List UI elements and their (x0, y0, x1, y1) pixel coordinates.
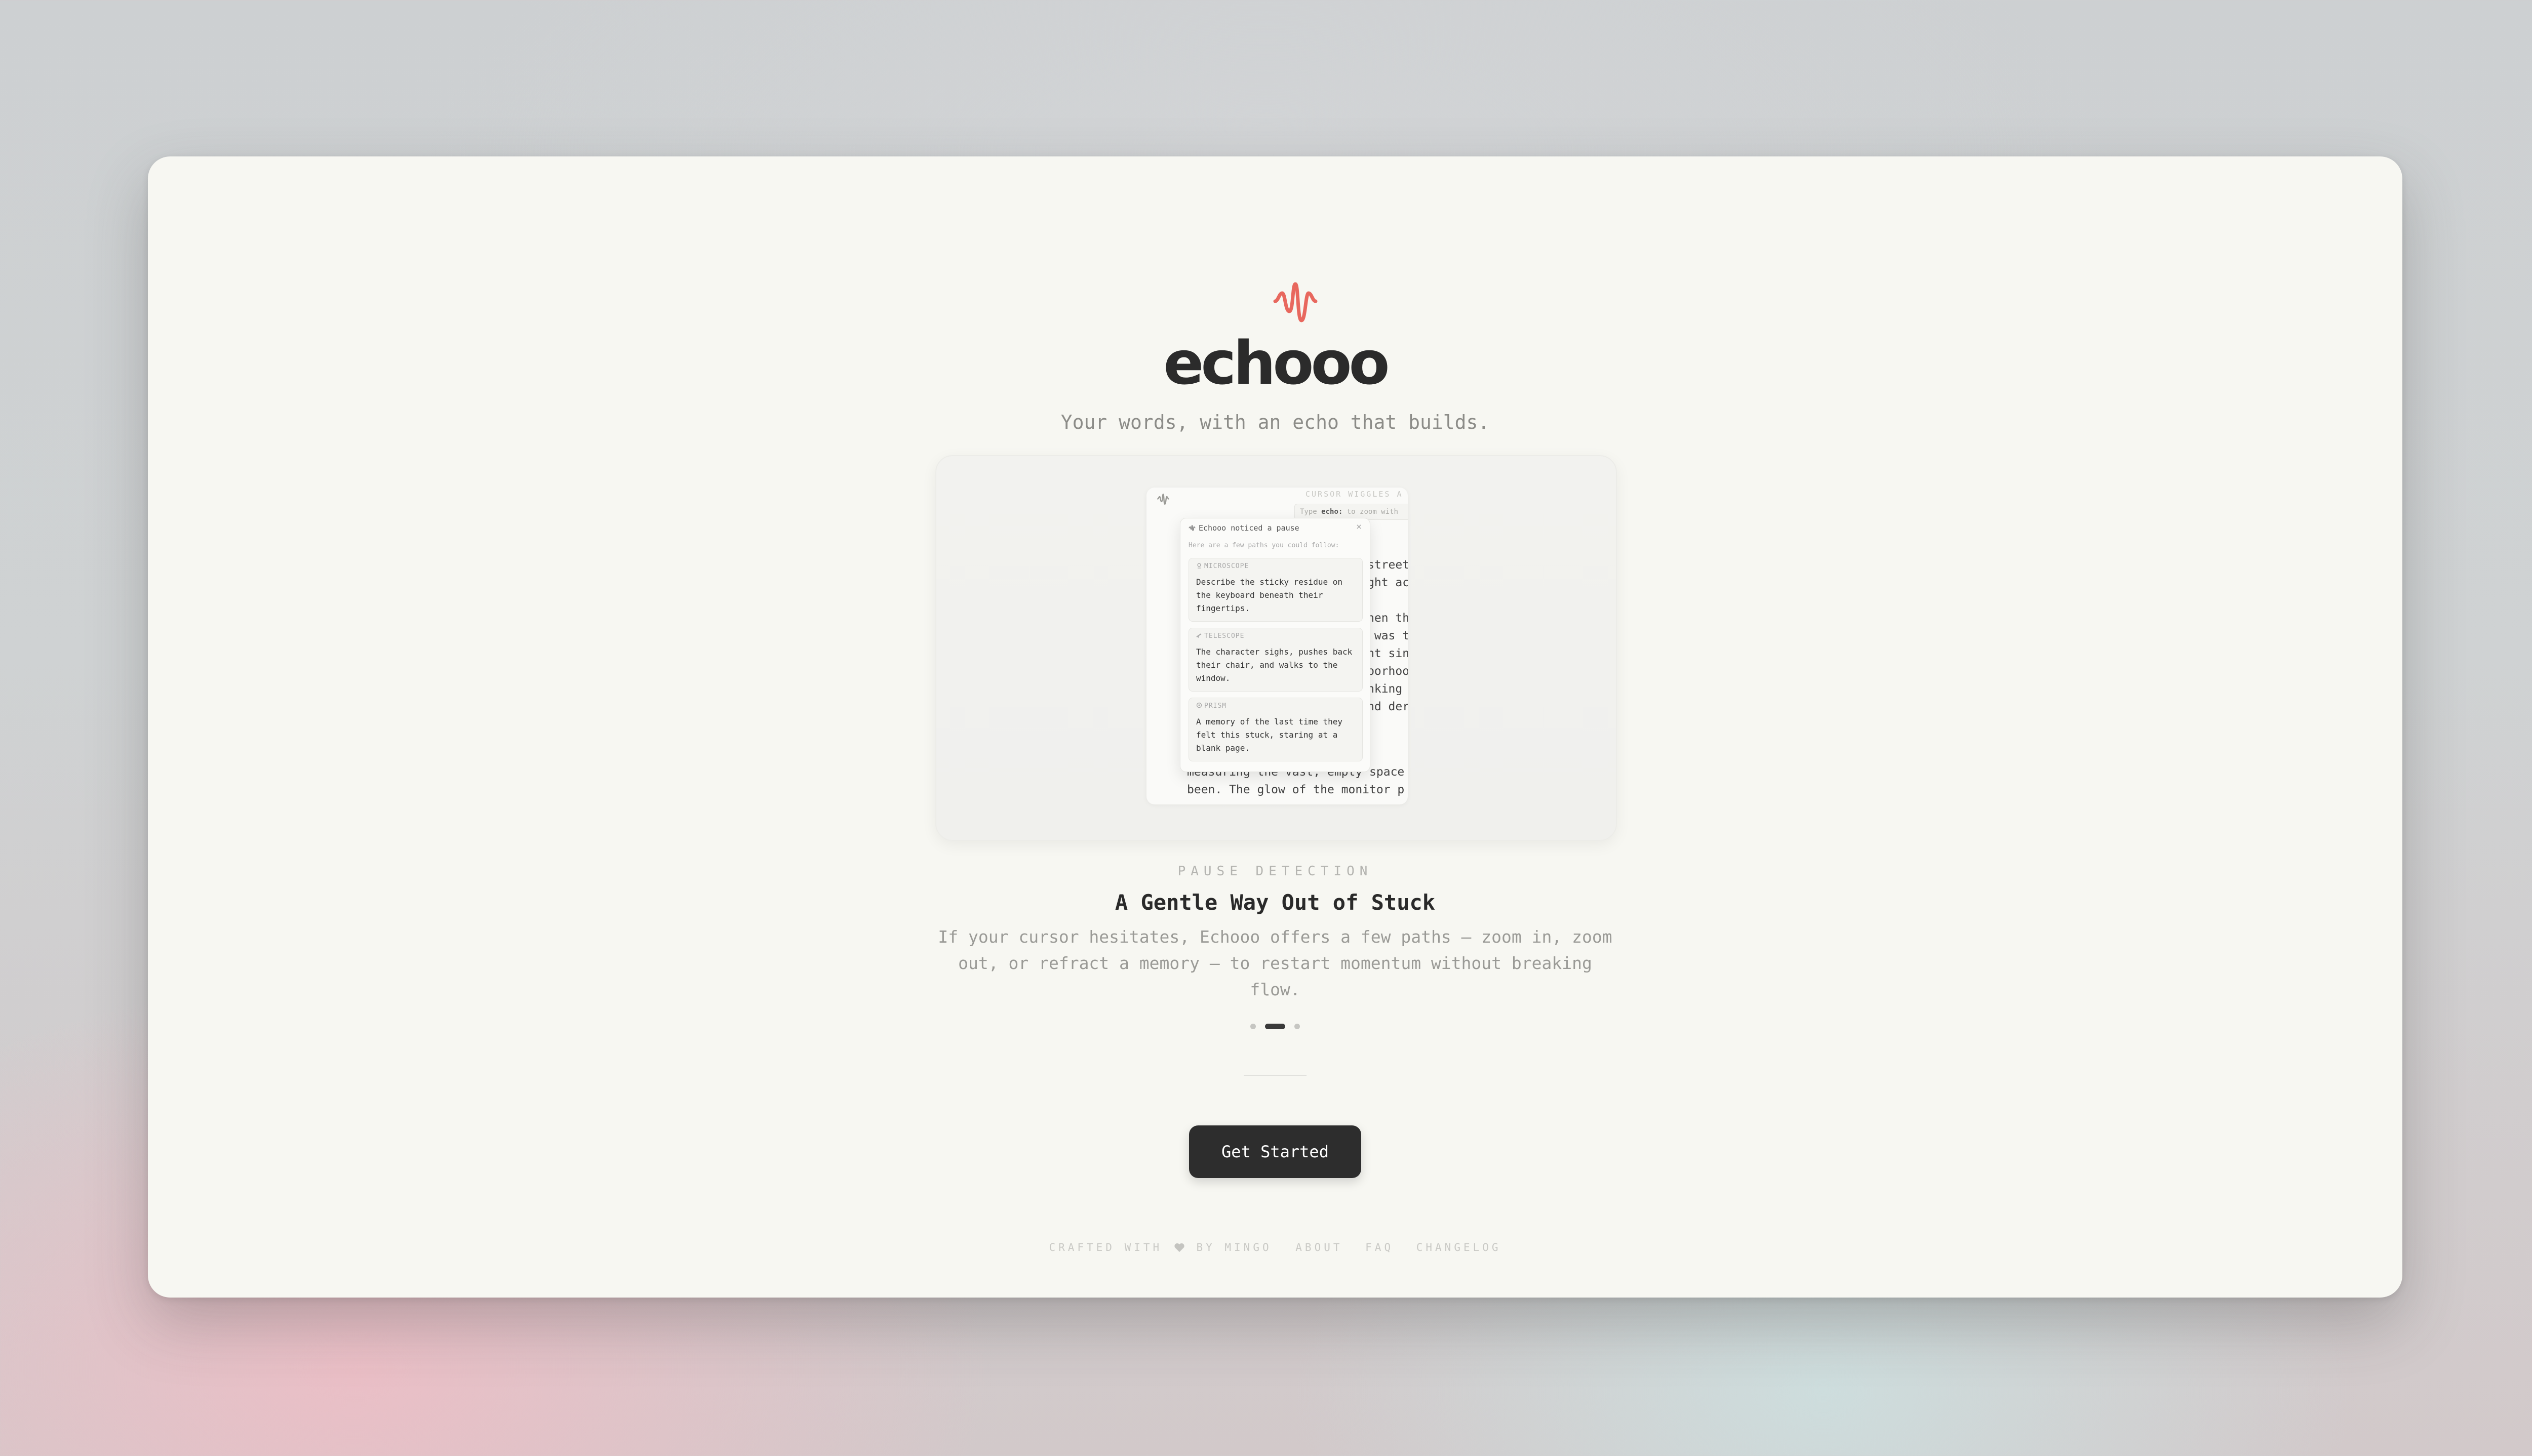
footer: CRAFTED WITH BY MINGO ABOUT FAQ CHANGELO… (148, 1241, 2402, 1253)
option-label: TELESCOPE (1196, 632, 1244, 640)
popup-header: Echooo noticed a pause (1189, 523, 1299, 533)
typebar-keyword: echo: (1321, 508, 1343, 516)
app-title: echooo (1163, 328, 1390, 398)
option-prism[interactable]: PRISM A memory of the last time they fel… (1189, 698, 1363, 761)
feature-description: If your cursor hesitates, Echooo offers … (938, 927, 1612, 999)
footer-crafted-suffix: BY MINGO (1196, 1241, 1272, 1253)
carousel-dots (148, 1023, 2402, 1029)
option-label-text: MICROSCOPE (1204, 562, 1249, 570)
editor-text-right: street ght ac hen th was t nt sin borhoo… (1367, 558, 1408, 713)
option-text: Describe the sticky residue on the keybo… (1196, 577, 1342, 613)
option-label-text: TELESCOPE (1204, 632, 1245, 640)
option-text: The character sighs, pushes back their c… (1196, 647, 1353, 683)
microscope-icon (1197, 563, 1201, 569)
option-text: A memory of the last time they felt this… (1196, 717, 1342, 753)
option-telescope[interactable]: TELESCOPE The character sighs, pushes ba… (1189, 628, 1363, 692)
pause-popup: Echooo noticed a pause × Here are a few … (1180, 518, 1370, 772)
landing-card: echooo Your words, with an echo that bui… (148, 156, 2402, 1298)
carousel-dot-1[interactable] (1250, 1023, 1256, 1029)
footer-crafted-prefix: CRAFTED WITH (1049, 1241, 1163, 1253)
close-icon[interactable]: × (1356, 521, 1362, 532)
footer-link-faq[interactable]: FAQ (1365, 1241, 1394, 1253)
footer-link-about[interactable]: ABOUT (1295, 1241, 1342, 1253)
tagline: Your words, with an echo that builds. (1060, 411, 1490, 433)
carousel-dot-2-active[interactable] (1265, 1023, 1285, 1029)
heart-icon (1174, 1243, 1184, 1252)
typebar-suffix: to zoom with (1342, 508, 1398, 516)
wave-icon (1189, 525, 1196, 531)
divider (1244, 1075, 1307, 1076)
telescope-icon (1196, 633, 1202, 638)
feature-title: A Gentle Way Out of Stuck (1115, 890, 1436, 915)
popup-title: Echooo noticed a pause (1199, 523, 1299, 533)
option-label: PRISM (1196, 702, 1227, 710)
wave-icon (1273, 282, 1318, 322)
feature-preview: CURSOR WIGGLES A Type echo: to zoom with… (935, 455, 1617, 841)
option-label: MICROSCOPE (1196, 562, 1249, 570)
wave-icon (1157, 494, 1170, 505)
option-label-text: PRISM (1204, 702, 1227, 710)
typebar-prefix: Type (1300, 508, 1322, 516)
footer-link-changelog[interactable]: CHANGELOG (1416, 1241, 1501, 1253)
feature-eyebrow: PAUSE DETECTION (1177, 864, 1373, 879)
popup-subtitle: Here are a few paths you could follow: (1189, 542, 1339, 549)
get-started-button[interactable]: Get Started (1189, 1125, 1361, 1178)
prism-icon (1196, 702, 1202, 708)
editor-mockup: CURSOR WIGGLES A Type echo: to zoom with… (1146, 488, 1408, 804)
cursor-hint: CURSOR WIGGLES A (1305, 490, 1403, 499)
option-microscope[interactable]: MICROSCOPE Describe the sticky residue o… (1189, 558, 1363, 622)
carousel-dot-3[interactable] (1294, 1023, 1300, 1029)
